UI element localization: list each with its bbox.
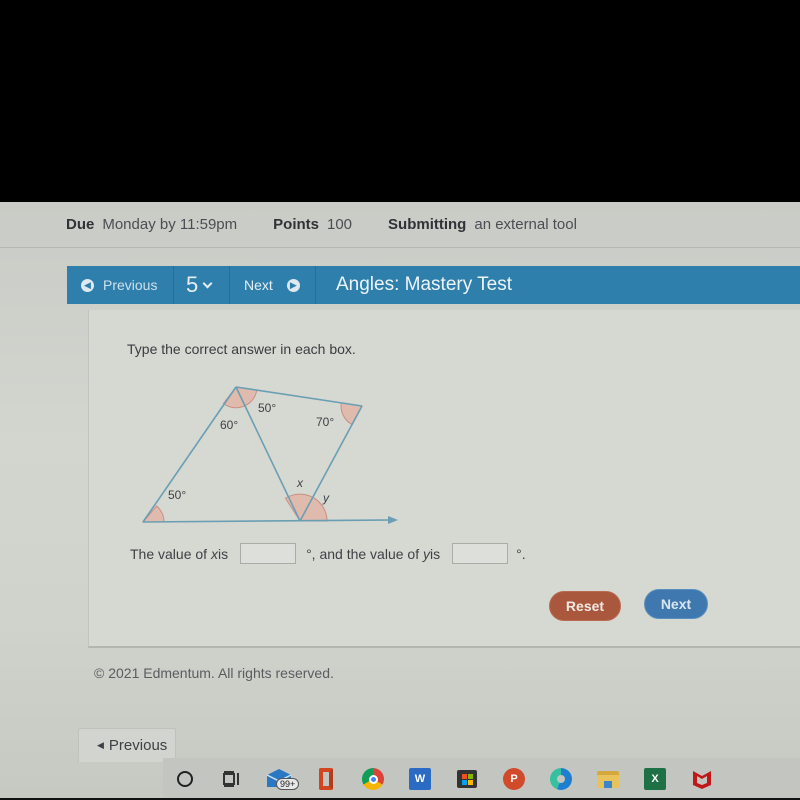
angle-label-apex-right: 50° bbox=[258, 401, 276, 415]
line-ca bbox=[142, 386, 237, 523]
question-number: 5 bbox=[186, 272, 199, 297]
copyright-footer: © 2021 Edmentum. All rights reserved. bbox=[94, 665, 334, 681]
office-icon[interactable] bbox=[306, 764, 346, 794]
assignment-meta: Due Monday by 11:59pm Points 100 Submitt… bbox=[0, 202, 800, 248]
previous-label: Previous bbox=[103, 277, 158, 293]
chevron-down-icon bbox=[202, 278, 213, 288]
next-button[interactable]: Next bbox=[644, 589, 708, 619]
due-value: Monday by 11:59pm bbox=[102, 216, 238, 233]
angle-label-right-vertex: 70° bbox=[316, 415, 334, 429]
next-question-button[interactable]: Next ▶ bbox=[230, 266, 316, 304]
angle-label-bottom-left: 50° bbox=[168, 488, 186, 502]
due-label: Due bbox=[66, 216, 95, 233]
task-view-icon[interactable] bbox=[212, 764, 252, 794]
due-group: Due Monday by 11:59pm bbox=[66, 216, 237, 233]
test-title: Angles: Mastery Test bbox=[336, 274, 513, 295]
mcafee-icon[interactable] bbox=[682, 764, 722, 800]
word-icon[interactable]: W bbox=[400, 764, 440, 794]
search-circle-icon[interactable] bbox=[165, 764, 205, 794]
chrome-icon[interactable] bbox=[353, 764, 393, 794]
submitting-label: Submitting bbox=[388, 216, 467, 233]
store-icon[interactable] bbox=[447, 764, 487, 794]
ray-arrowhead bbox=[388, 516, 398, 524]
answer-text-2: is bbox=[217, 545, 229, 562]
caret-left-icon: ◀ bbox=[97, 740, 104, 750]
windows-taskbar: 99+ W P X bbox=[163, 758, 800, 800]
var-x: x bbox=[210, 545, 218, 562]
powerpoint-icon[interactable]: P bbox=[494, 764, 534, 794]
angle-diagram: 50° 60° 50° 70° x y bbox=[141, 386, 398, 524]
angle-label-top-left: 60° bbox=[220, 418, 238, 432]
angle-label-x: x bbox=[296, 476, 304, 490]
angle-arc-bottom-left bbox=[141, 505, 165, 523]
answer-text-4: is bbox=[429, 545, 441, 562]
answer-text-3: °, and the value of bbox=[306, 545, 420, 562]
answer-text-1: The value of bbox=[130, 545, 208, 562]
next-label: Next bbox=[244, 277, 273, 293]
mail-badge: 99+ bbox=[276, 778, 300, 790]
points-label: Points bbox=[273, 216, 319, 233]
x-answer-input[interactable] bbox=[240, 543, 297, 564]
arrow-left-circle-icon: ◀ bbox=[81, 278, 94, 292]
bottom-previous-label: Previous bbox=[108, 737, 168, 754]
points-group: Points 100 bbox=[273, 216, 352, 233]
test-navbar: ◀ Previous 5 Next ▶ Angles: Mastery Test bbox=[67, 266, 800, 304]
excel-icon[interactable]: X bbox=[635, 764, 675, 794]
answer-text-5: °. bbox=[516, 545, 526, 562]
mail-icon[interactable]: 99+ bbox=[259, 764, 300, 794]
submitting-value: an external tool bbox=[474, 216, 577, 233]
angle-arc-x-y bbox=[284, 493, 328, 522]
edge-icon[interactable] bbox=[541, 764, 581, 794]
submitting-group: Submitting an external tool bbox=[388, 216, 577, 233]
reset-button[interactable]: Reset bbox=[549, 591, 621, 621]
question-number-dropdown[interactable]: 5 bbox=[174, 266, 230, 304]
arrow-right-circle-icon: ▶ bbox=[286, 278, 300, 292]
angle-label-y: y bbox=[322, 491, 330, 505]
y-answer-input[interactable] bbox=[452, 543, 509, 564]
question-panel: Type the correct answer in each box. 50°… bbox=[88, 310, 800, 648]
points-value: 100 bbox=[327, 216, 353, 233]
browser-viewport: Due Monday by 11:59pm Points 100 Submitt… bbox=[0, 202, 800, 800]
answer-sentence: The value of x is °, and the value of y … bbox=[130, 543, 526, 564]
var-y: y bbox=[422, 545, 430, 562]
baseline-ray bbox=[142, 519, 393, 523]
bottom-previous-button[interactable]: ◀ Previous bbox=[78, 728, 176, 762]
file-explorer-icon[interactable] bbox=[588, 764, 628, 794]
previous-question-button[interactable]: ◀ Previous bbox=[67, 266, 174, 304]
